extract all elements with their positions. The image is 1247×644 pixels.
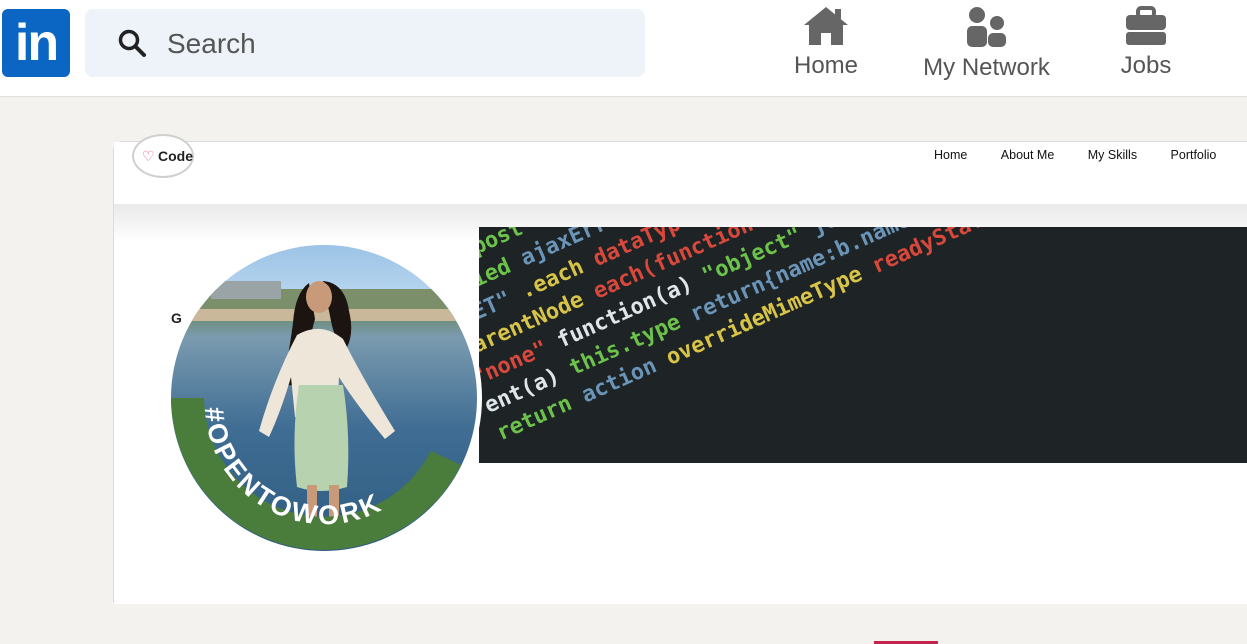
nav-item-my-network[interactable]: My Network [919, 6, 1054, 90]
site-menu: Home About Me My Skills Portfolio C [934, 146, 1247, 164]
briefcase-icon [1126, 6, 1166, 45]
site-logo[interactable]: ♡ Code [132, 134, 194, 178]
nav-item-label: Jobs [1120, 52, 1172, 79]
heart-icon: ♡ [142, 148, 155, 164]
search-icon [118, 29, 146, 57]
site-header: ♡ Code Home About Me My Skills Portfolio… [114, 134, 1247, 204]
opentowork-frame: #OPENTOWORK [171, 398, 461, 550]
search-input[interactable] [165, 23, 629, 65]
linkedin-logo[interactable]: in [2, 9, 70, 77]
search-box[interactable] [85, 9, 645, 77]
home-icon [804, 7, 848, 45]
nav-item-label: Home [793, 52, 859, 79]
site-menu-portfolio[interactable]: Portfolio [1171, 148, 1217, 162]
site-menu-my-skills[interactable]: My Skills [1088, 148, 1137, 162]
profile-photo[interactable]: #OPENTOWORK [166, 240, 482, 556]
site-menu-about-me[interactable]: About Me [1001, 148, 1055, 162]
code-banner-image: y: "post" .cache this wrapInnerlified aj… [479, 227, 1247, 463]
nav-item-label: My Network [923, 54, 1050, 81]
nav-item-home[interactable]: Home [793, 6, 859, 90]
nav-item-jobs[interactable]: Jobs [1119, 6, 1173, 90]
site-menu-home[interactable]: Home [934, 148, 967, 162]
top-navigation-bar: in Home My Network Jobs [0, 0, 1247, 97]
people-icon [966, 7, 1006, 47]
site-logo-text: Code [158, 148, 193, 164]
code-text: y: "post" .cache this wrapInnerlified aj… [479, 227, 1243, 449]
